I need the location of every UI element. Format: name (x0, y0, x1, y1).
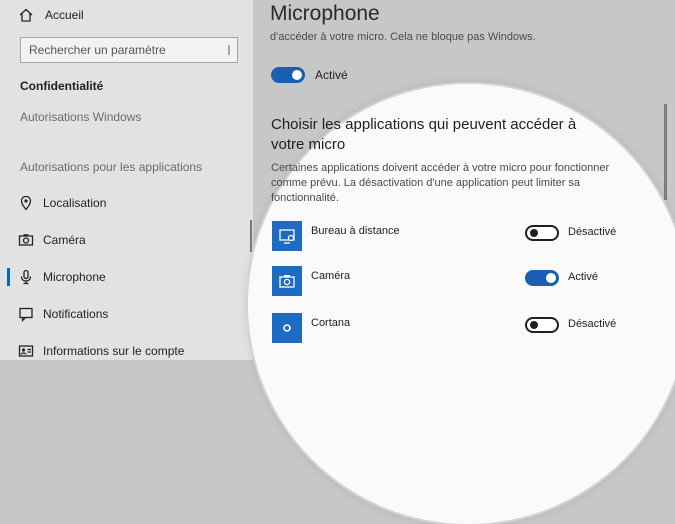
app-permissions-heading: Autorisations pour les applications (20, 160, 203, 174)
sidebar-item-label: Microphone (43, 270, 106, 284)
camera-app-toggle[interactable] (525, 270, 559, 286)
windows-permissions-heading: Autorisations Windows (20, 110, 142, 124)
app-name: Cortana (311, 317, 351, 329)
home-label: Accueil (45, 8, 84, 22)
search-icon[interactable] (218, 43, 232, 57)
remote-desktop-toggle[interactable] (525, 225, 559, 241)
sidebar-item-notifications[interactable]: Notifications (0, 301, 253, 327)
home-icon (19, 8, 33, 22)
page-subtitle: d'accéder à votre micro. Cela ne bloque … (270, 31, 536, 43)
section-title: Confidentialité (20, 79, 104, 93)
scrollbar-thumb[interactable] (664, 104, 667, 200)
toggle-knob (530, 229, 538, 237)
app-status: Activé (568, 271, 598, 283)
app-status: Désactivé (568, 226, 617, 238)
lens-edge-mark (250, 220, 252, 252)
sidebar-item-localisation[interactable]: Localisation (0, 190, 253, 216)
camera-app-icon (272, 266, 302, 296)
sidebar-item-account-info[interactable]: Informations sur le compte (0, 338, 253, 364)
sidebar-item-microphone[interactable]: Microphone (0, 264, 253, 290)
choose-apps-description: Certaines applications doivent accéder à… (271, 162, 610, 204)
cortana-toggle[interactable] (525, 317, 559, 333)
sidebar-item-label: Localisation (43, 196, 107, 210)
sidebar-item-label: Informations sur le compte (43, 344, 185, 358)
home-link[interactable]: Accueil (19, 6, 84, 24)
choose-apps-heading: Choisir les applications qui peuvent acc… (271, 116, 577, 153)
camera-icon (18, 234, 34, 246)
microphone-access-toggle-label: Activé (315, 68, 348, 82)
sidebar-item-label: Caméra (43, 233, 86, 247)
app-row-cortana: Cortana Désactivé (272, 313, 622, 345)
app-name: Bureau à distance (311, 225, 400, 237)
app-row-remote-desktop: Bureau à distance Désactivé (272, 221, 622, 253)
page-title: Microphone (270, 2, 380, 25)
sidebar-item-label: Notifications (43, 307, 109, 321)
search-placeholder: Rechercher un paramètre (29, 43, 166, 57)
account-info-icon (18, 345, 34, 357)
settings-sidebar: Accueil Rechercher un paramètre Confiden… (0, 0, 253, 360)
notifications-icon (19, 307, 33, 322)
toggle-knob (530, 321, 538, 329)
selected-indicator (7, 268, 10, 286)
search-settings-input[interactable]: Rechercher un paramètre (20, 37, 238, 63)
app-status: Désactivé (568, 318, 617, 330)
microphone-access-toggle[interactable] (271, 67, 305, 83)
cortana-icon (272, 313, 302, 343)
location-icon (20, 195, 32, 211)
microphone-icon (20, 269, 32, 285)
toggle-knob (546, 273, 556, 283)
remote-desktop-icon (272, 221, 302, 251)
app-name: Caméra (311, 270, 351, 282)
sidebar-item-camera[interactable]: Caméra (0, 227, 253, 253)
app-row-camera: Caméra Activé (272, 266, 622, 298)
toggle-knob (292, 70, 302, 80)
